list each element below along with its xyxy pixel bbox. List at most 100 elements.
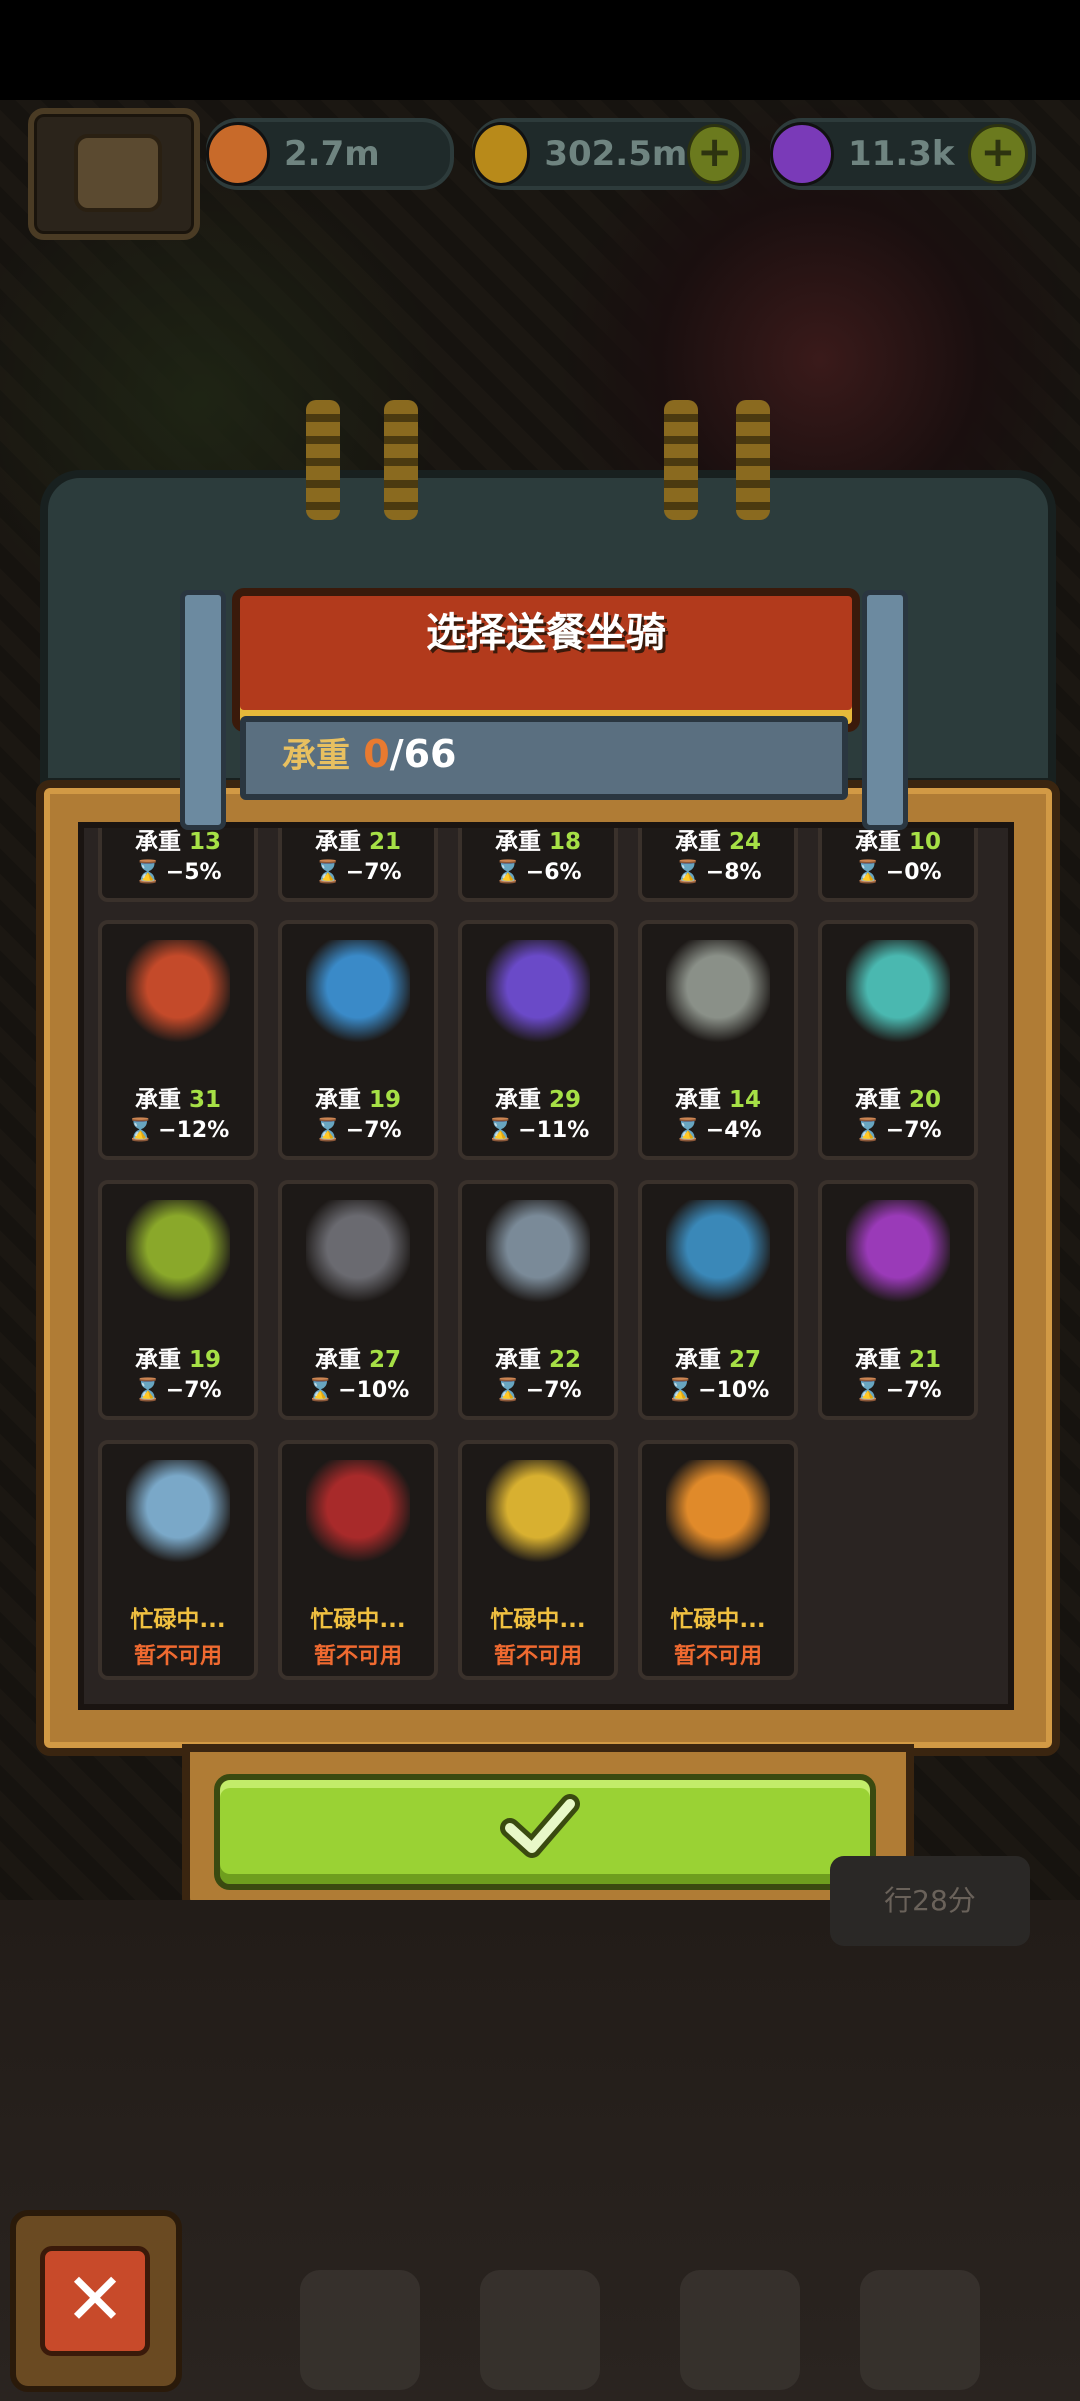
add-potions-button[interactable]: + — [968, 124, 1028, 184]
potions-resource: 11.3k + — [770, 118, 1036, 190]
mount-card[interactable]: 承重 21 ⌛ −7% — [818, 1180, 978, 1420]
mount-time-bonus: ⌛ −7% — [102, 1378, 254, 1403]
hourglass-icon: ⌛ — [134, 860, 162, 885]
weight-value: 22 — [549, 1347, 582, 1373]
mount-card[interactable]: 承重 22 ⌛ −7% — [458, 1180, 618, 1420]
mount-weight: 承重 21 — [282, 828, 434, 856]
weight-label: 承重 — [314, 829, 361, 855]
weight-value: 31 — [189, 1087, 222, 1113]
bag-icon[interactable] — [680, 2270, 800, 2390]
crane-machine-mount-icon — [486, 1200, 590, 1304]
mount-weight: 承重 27 — [282, 1340, 434, 1374]
mount-card[interactable]: 承重 14 ⌛ −4% — [638, 920, 798, 1160]
hourglass-icon: ⌛ — [134, 1378, 162, 1403]
mount-weight: 承重 27 — [642, 1340, 794, 1374]
busy-mount-card[interactable]: 忙碌中... 暂不可用 — [98, 1440, 258, 1680]
mount-card[interactable]: 承重 20 ⌛ −7% — [818, 920, 978, 1160]
busy-status: 忙碌中... — [490, 1607, 586, 1633]
mount-card[interactable]: 承重 27 ⌛ −10% — [638, 1180, 798, 1420]
hourglass-icon: ⌛ — [854, 860, 882, 885]
mount-card[interactable]: 承重 27 ⌛ −10% — [278, 1180, 438, 1420]
add-coins-button[interactable]: + — [687, 124, 742, 184]
weight-value: 20 — [909, 1087, 942, 1113]
mount-card[interactable]: 承重 18 ⌛ −6% — [458, 828, 618, 902]
mount-time-bonus: ⌛ −12% — [102, 1118, 254, 1143]
weight-value: 27 — [369, 1347, 402, 1373]
dialog-title: 选择送餐坐骑 — [426, 610, 666, 656]
weight-value: 21 — [369, 829, 402, 855]
weight-label: 承重 — [494, 1347, 541, 1373]
yellow-blob-mount-icon — [486, 1460, 590, 1564]
mount-time-bonus: ⌛ −7% — [282, 860, 434, 885]
busy-mount-card[interactable]: 忙碌中... 暂不可用 — [458, 1440, 618, 1680]
busy-status: 忙碌中... — [670, 1607, 766, 1633]
coins-amount: 302.5m — [544, 134, 688, 174]
mount-grid[interactable]: 承重 13 ⌛ −5% 承重 21 ⌛ −7% 承重 18 ⌛ −6% 承重 24 ⌛ −8% 承重 1… — [78, 822, 1014, 1710]
mount-card[interactable]: 承重 19 ⌛ −7% — [98, 1180, 258, 1420]
busy-mount-card[interactable]: 忙碌中... 暂不可用 — [278, 1440, 438, 1680]
time-value: −0% — [885, 860, 942, 885]
mount-weight: 承重 19 — [102, 1340, 254, 1374]
busy-status: 忙碌中... — [130, 1607, 226, 1633]
time-value: −4% — [705, 1118, 762, 1143]
mount-time-bonus: ⌛ −7% — [282, 1118, 434, 1143]
time-value: −7% — [525, 1378, 582, 1403]
eyes-resource: 2.7m — [206, 118, 454, 190]
mount-weight: 承重 29 — [462, 1080, 614, 1114]
weight-label: 承重 — [134, 829, 181, 855]
tree-monster-mount-icon — [126, 1200, 230, 1304]
lion-dance-mount-icon — [126, 940, 230, 1044]
ufo-mount-icon — [126, 1460, 230, 1564]
time-value: −7% — [345, 860, 402, 885]
mount-card[interactable]: 承重 21 ⌛ −7% — [278, 828, 438, 902]
weight-label: 承重 — [674, 829, 721, 855]
weight-value: 19 — [369, 1087, 402, 1113]
mount-time-bonus: ⌛ −7% — [822, 1118, 974, 1143]
mount-time-bonus: ⌛ −7% — [822, 1378, 974, 1403]
weight-max: 66 — [403, 732, 457, 776]
avatar-icon — [74, 134, 162, 212]
eyeball-icon — [206, 122, 270, 186]
busy-status: 忙碌中... — [310, 1607, 406, 1633]
side-timer: 行28分 — [830, 1856, 1030, 1946]
robot-mount-icon — [666, 940, 770, 1044]
mount-card[interactable]: 承重 19 ⌛ −7% — [278, 920, 438, 1160]
hourglass-icon: ⌛ — [486, 1118, 515, 1143]
mount-card[interactable]: 承重 24 ⌛ −8% — [638, 828, 798, 902]
weight-label: 承重 — [282, 736, 350, 776]
mount-card[interactable]: 承重 13 ⌛ −5% — [98, 828, 258, 902]
hourglass-icon: ⌛ — [674, 1118, 702, 1143]
pipe-decoration — [736, 400, 770, 520]
time-value: −7% — [885, 1118, 942, 1143]
mount-time-bonus: ⌛ −5% — [102, 860, 254, 885]
book-icon[interactable] — [480, 2270, 600, 2390]
mount-card[interactable]: 承重 29 ⌛ −11% — [458, 920, 618, 1160]
banner-bracket — [862, 590, 908, 830]
unavailable-note: 暂不可用 — [493, 1644, 582, 1669]
nav-icon-1[interactable] — [300, 2270, 420, 2390]
weight-label: 承重 — [494, 1087, 541, 1113]
hourglass-icon: ⌛ — [494, 860, 522, 885]
spider-machine-mount-icon — [306, 1200, 410, 1304]
eyes-amount: 2.7m — [284, 134, 380, 174]
weight-value: 10 — [909, 829, 942, 855]
mount-weight: 承重 24 — [642, 828, 794, 856]
mount-weight: 承重 18 — [462, 828, 614, 856]
potions-amount: 11.3k — [848, 134, 955, 174]
close-button[interactable]: ✕ — [40, 2246, 150, 2356]
mount-card[interactable]: 承重 10 ⌛ −0% — [818, 828, 978, 902]
player-avatar-frame[interactable] — [28, 108, 200, 240]
time-value: −8% — [705, 860, 762, 885]
unavailable-note: 暂不可用 — [133, 1644, 222, 1669]
time-value: −10% — [338, 1378, 410, 1403]
menu-grid-icon[interactable] — [860, 2270, 980, 2390]
busy-mount-card[interactable]: 忙碌中... 暂不可用 — [638, 1440, 798, 1680]
weight-value: 14 — [729, 1087, 762, 1113]
weight-label: 承重 — [854, 829, 901, 855]
mount-card[interactable]: 承重 31 ⌛ −12% — [98, 920, 258, 1160]
weight-label: 承重 — [674, 1347, 721, 1373]
weight-capacity: 承重 0/66 — [282, 728, 456, 777]
weight-value: 24 — [729, 829, 762, 855]
potion-icon — [770, 122, 834, 186]
clown-mount-icon — [306, 940, 410, 1044]
